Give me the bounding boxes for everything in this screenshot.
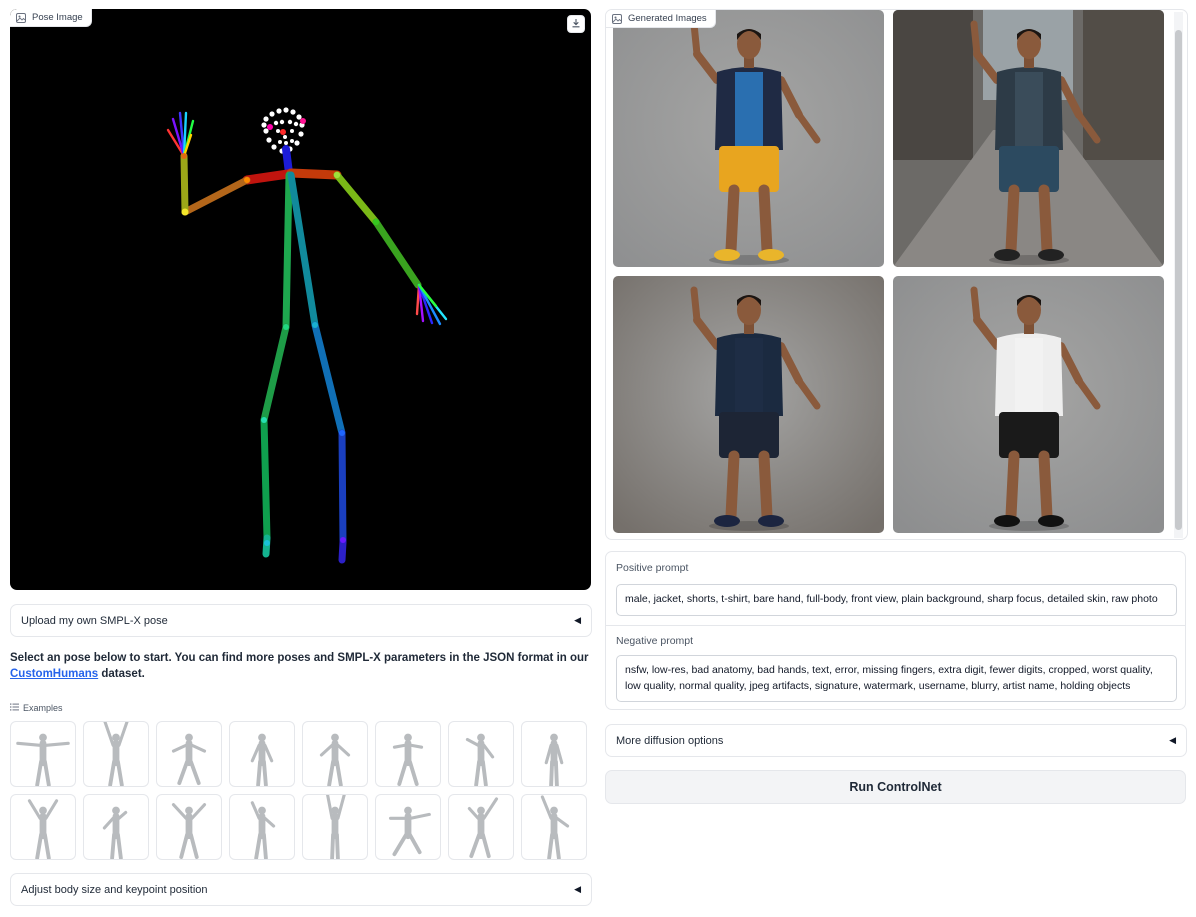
mannequin-icon bbox=[392, 733, 424, 786]
more-diffusion-options-label: More diffusion options bbox=[616, 734, 724, 747]
example-pose-thumb[interactable] bbox=[83, 794, 149, 860]
example-pose-thumb[interactable] bbox=[10, 794, 76, 860]
example-pose-thumb[interactable] bbox=[10, 721, 76, 787]
triangle-left-icon: ◀ bbox=[574, 884, 581, 894]
negative-prompt-label: Negative prompt bbox=[616, 635, 694, 647]
intro-text-before: Select an pose below to start. You can f… bbox=[10, 652, 589, 664]
upload-pose-accordion[interactable]: Upload my own SMPL-X pose ◀ bbox=[10, 604, 592, 637]
example-pose-thumb[interactable] bbox=[521, 721, 587, 787]
example-pose-thumb[interactable] bbox=[229, 794, 295, 860]
examples-label: Examples bbox=[10, 703, 63, 713]
more-diffusion-options-accordion[interactable]: More diffusion options ◀ bbox=[605, 724, 1187, 757]
left-hand-keypoints bbox=[166, 111, 195, 158]
mannequin-icon bbox=[171, 733, 207, 786]
photo-figure bbox=[613, 276, 884, 533]
gallery-scrollbar-thumb[interactable] bbox=[1175, 30, 1182, 530]
example-pose-thumb[interactable] bbox=[83, 721, 149, 787]
pose-image-panel: Pose Image bbox=[10, 9, 591, 590]
example-pose-thumb[interactable] bbox=[156, 721, 222, 787]
mannequin-icon bbox=[102, 806, 128, 859]
negative-prompt-input[interactable]: nsfw, low-res, bad anatomy, bad hands, t… bbox=[616, 655, 1177, 702]
mannequin-icon bbox=[540, 795, 570, 859]
list-icon bbox=[10, 703, 19, 713]
example-pose-thumb[interactable] bbox=[302, 721, 368, 787]
mannequin-icon bbox=[171, 803, 207, 859]
photo-figure bbox=[893, 276, 1164, 533]
photo-figure bbox=[613, 10, 884, 267]
run-controlnet-button[interactable]: Run ControlNet bbox=[605, 770, 1186, 804]
mannequin-icon bbox=[27, 799, 59, 859]
examples-grid bbox=[10, 721, 587, 860]
generated-image[interactable] bbox=[893, 276, 1164, 533]
example-pose-thumb[interactable] bbox=[521, 794, 587, 860]
mannequin-icon bbox=[467, 797, 499, 859]
right-hand-keypoints bbox=[415, 283, 448, 326]
prompt-block: Positive prompt male, jacket, shorts, t-… bbox=[605, 551, 1186, 710]
example-pose-thumb[interactable] bbox=[448, 721, 514, 787]
generated-image[interactable] bbox=[613, 276, 884, 533]
image-icon bbox=[16, 12, 26, 23]
mannequin-icon bbox=[465, 733, 495, 786]
generated-images-label-text: Generated Images bbox=[628, 13, 707, 24]
mannequin-icon bbox=[16, 733, 70, 786]
triangle-left-icon: ◀ bbox=[574, 615, 581, 625]
positive-prompt-label: Positive prompt bbox=[616, 562, 689, 574]
prompt-divider bbox=[606, 625, 1185, 626]
pose-image-label-text: Pose Image bbox=[32, 12, 83, 23]
upload-pose-label: Upload my own SMPL-X pose bbox=[21, 614, 168, 627]
example-pose-thumb[interactable] bbox=[156, 794, 222, 860]
generated-image[interactable] bbox=[893, 10, 1164, 267]
photo-figure bbox=[893, 10, 1164, 267]
mannequin-icon bbox=[388, 806, 431, 857]
example-pose-thumb[interactable] bbox=[375, 794, 441, 860]
gallery-grid bbox=[613, 10, 1165, 533]
example-pose-thumb[interactable] bbox=[375, 721, 441, 787]
mannequin-icon bbox=[544, 733, 564, 786]
examples-label-text: Examples bbox=[23, 703, 63, 713]
generated-images-label: Generated Images bbox=[606, 10, 716, 28]
mannequin-icon bbox=[326, 795, 346, 859]
intro-text: Select an pose below to start. You can f… bbox=[10, 650, 590, 682]
adjust-body-label: Adjust body size and keypoint position bbox=[21, 883, 208, 896]
example-pose-thumb[interactable] bbox=[229, 721, 295, 787]
positive-prompt-input[interactable]: male, jacket, shorts, t-shirt, bare hand… bbox=[616, 584, 1177, 616]
mannequin-icon bbox=[250, 801, 276, 859]
mannequin-icon bbox=[103, 722, 129, 786]
image-icon bbox=[612, 13, 622, 24]
customhumans-link[interactable]: CustomHumans bbox=[10, 668, 98, 680]
pose-skeleton bbox=[166, 107, 448, 564]
example-pose-thumb[interactable] bbox=[302, 794, 368, 860]
intro-text-after: dataset. bbox=[98, 668, 145, 680]
mannequin-icon bbox=[250, 733, 274, 786]
generated-images-panel: Generated Images bbox=[605, 9, 1188, 540]
adjust-body-accordion[interactable]: Adjust body size and keypoint position ◀ bbox=[10, 873, 592, 906]
example-pose-thumb[interactable] bbox=[448, 794, 514, 860]
pose-image-label: Pose Image bbox=[10, 9, 92, 27]
mannequin-icon bbox=[319, 733, 351, 786]
generated-image[interactable] bbox=[613, 10, 884, 267]
triangle-left-icon: ◀ bbox=[1169, 735, 1176, 745]
